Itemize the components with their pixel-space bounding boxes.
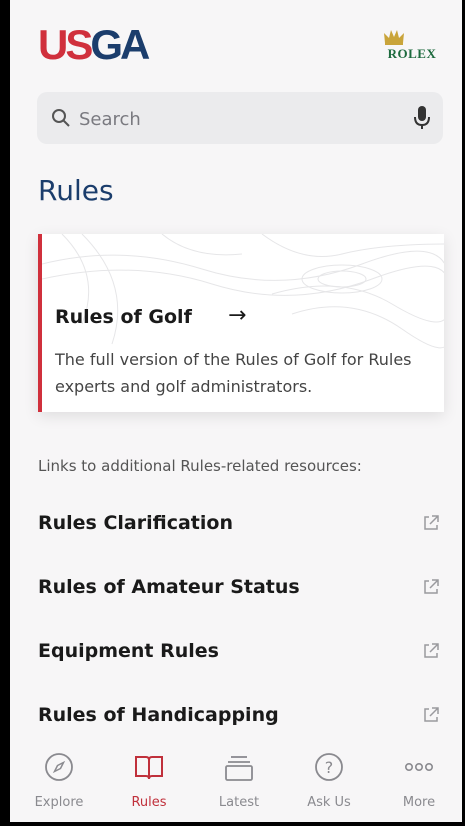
more-icon <box>404 763 433 772</box>
card-description: The full version of the Rules of Golf fo… <box>55 350 412 396</box>
search-icon <box>52 109 70 127</box>
app-screen: USGA ROLEX Rules <box>10 0 462 822</box>
external-link-icon <box>424 579 439 594</box>
link-rules-clarification[interactable]: Rules Clarification <box>38 506 444 546</box>
microphone-icon[interactable] <box>413 105 431 131</box>
tab-label: Latest <box>218 795 260 810</box>
link-equipment-rules[interactable]: Equipment Rules <box>38 634 444 674</box>
usga-logo[interactable]: USGA <box>38 22 150 68</box>
tab-label: More <box>402 795 436 810</box>
search-bar[interactable] <box>37 92 443 144</box>
tab-latest[interactable]: Latest <box>194 742 284 822</box>
crown-icon <box>384 30 404 45</box>
tab-more[interactable]: More <box>374 742 462 822</box>
arrow-right-icon: → <box>228 303 247 328</box>
link-label: Rules of Amateur Status <box>38 576 300 598</box>
header: USGA ROLEX <box>10 0 462 80</box>
tab-rules[interactable]: Rules <box>104 742 194 822</box>
rules-of-golf-card[interactable]: Rules of Golf → The full version of the … <box>38 234 444 412</box>
stack-icon <box>225 756 253 781</box>
card-title: Rules of Golf <box>55 306 192 328</box>
links-intro: Links to additional Rules-related resour… <box>38 457 362 475</box>
link-rules-of-amateur-status[interactable]: Rules of Amateur Status <box>38 570 444 610</box>
tab-explore[interactable]: Explore <box>14 742 104 822</box>
tab-label: Explore <box>34 795 84 810</box>
link-label: Rules of Handicapping <box>38 704 279 726</box>
svg-text:?: ? <box>325 758 334 777</box>
question-icon: ? <box>315 753 343 781</box>
tab-label: Rules <box>131 795 167 810</box>
link-rules-of-handicapping[interactable]: Rules of Handicapping <box>38 698 444 738</box>
link-label: Equipment Rules <box>38 640 219 662</box>
tab-ask-us[interactable]: ? Ask Us <box>284 742 374 822</box>
compass-icon <box>45 753 73 781</box>
bottom-tab-bar: Explore Rules Latest ? Ask Us More <box>10 742 462 822</box>
external-link-icon <box>424 707 439 722</box>
link-label: Rules Clarification <box>38 512 233 534</box>
book-icon <box>135 756 163 780</box>
page-title: Rules <box>38 174 114 207</box>
rolex-logo: ROLEX <box>382 28 442 62</box>
external-link-icon <box>424 643 439 658</box>
external-link-icon <box>424 515 439 530</box>
tab-label: Ask Us <box>307 795 351 810</box>
search-input[interactable] <box>77 104 401 134</box>
